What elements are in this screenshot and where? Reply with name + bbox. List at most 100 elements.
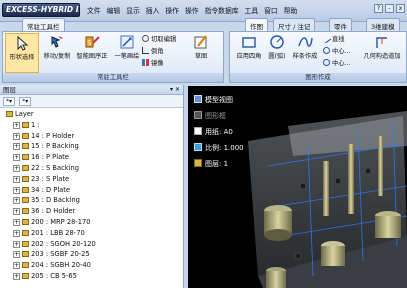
ribbon-group-label-resident: 常驻工具栏 (3, 73, 223, 82)
expand-icon[interactable]: + (13, 208, 20, 216)
list-item[interactable]: +205 : CB 5-65 (0, 271, 183, 282)
layer-icon (22, 143, 29, 150)
scissors-icon (142, 35, 149, 42)
ribbon-group-label-draw: 图形作成 (230, 73, 406, 82)
expand-icon[interactable]: + (13, 186, 20, 194)
help-button[interactable]: ? (374, 4, 383, 13)
layer-icon (22, 272, 29, 279)
list-item[interactable]: +16 : P Plate (0, 152, 183, 163)
expand-icon[interactable]: + (13, 251, 20, 259)
layer-filter-dropdown[interactable]: *▾ (3, 97, 16, 106)
menu-edit[interactable]: 编辑 (104, 5, 124, 15)
cut-edit-button[interactable]: 切取编辑 (142, 35, 176, 45)
list-item[interactable]: +15 : P Backing (0, 141, 183, 152)
layer-icon (22, 132, 29, 139)
geometry-construct-icon (376, 37, 387, 48)
list-item[interactable]: +36 : D Holder (0, 206, 183, 217)
layer-tree-root[interactable]: Layer (0, 109, 183, 120)
drawing-frame-label: 图形框 (194, 110, 244, 126)
layer-panel: 图层 ▾ ✕ *▾ *▾ Layer +1 : +14 : P Holder +… (0, 85, 184, 288)
rectangle-icon (242, 37, 256, 48)
cursor-icon (17, 35, 29, 51)
expand-icon[interactable]: + (13, 240, 20, 248)
menu-operate-2[interactable]: 操作 (182, 5, 202, 15)
move-copy-label: 移动/复制 (43, 53, 71, 60)
model-view-icon (194, 95, 202, 103)
close-button[interactable]: x (396, 4, 405, 13)
layer-icon (194, 159, 202, 167)
expand-icon[interactable]: + (13, 218, 20, 226)
panel-pin-close-icon[interactable]: ▾ ✕ (170, 85, 180, 95)
one-stroke-icon (120, 35, 134, 49)
chamfer-button[interactable]: 倒角 (142, 47, 164, 57)
line-icon (321, 33, 332, 44)
menu-window[interactable]: 窗口 (261, 5, 281, 15)
frame-icon (194, 111, 202, 119)
layer-icon (22, 251, 29, 258)
layer-filter-dropdown-2[interactable]: *▾ (19, 97, 32, 106)
list-item[interactable]: +201 : LBB 28-70 (0, 228, 183, 239)
model-viewport[interactable]: 模型视图 图形框 用纸: A0 比例: 1.000 图层: 1 (188, 86, 407, 288)
menu-file[interactable]: 文件 (84, 5, 104, 15)
geometry-construct-label: 几何构造道加 (363, 53, 401, 60)
move-copy-tool[interactable]: 移动/复制 (40, 33, 74, 73)
list-item[interactable]: +14 : P Holder (0, 131, 183, 142)
list-item[interactable]: +1 : (0, 120, 183, 131)
layer-icon (22, 229, 29, 236)
layer-panel-title: 图层 ▾ ✕ (0, 85, 183, 95)
tab-parts[interactable]: 零件 (329, 18, 352, 31)
one-stroke-tool[interactable]: 一笔画绘 (110, 33, 144, 73)
layer-icon (22, 175, 29, 182)
chamfer-icon (142, 47, 149, 54)
tab-3d-modeling[interactable]: 3维建模 (366, 18, 400, 31)
center-button-2[interactable]: 中心... (323, 59, 351, 69)
geometry-construct-tool[interactable]: 几何构造道加 (362, 33, 402, 73)
sketch-label: 草图 (194, 53, 208, 60)
viewport-info: 模型视图 图形框 用纸: A0 比例: 1.000 图层: 1 (194, 94, 244, 174)
layer-label: 图层: 1 (194, 158, 244, 174)
menu-operate[interactable]: 操作 (162, 5, 182, 15)
tab-dimension[interactable]: 尺寸 / 注记 (273, 18, 316, 31)
tab-drawing[interactable]: 作图 (245, 18, 268, 31)
shape-select-label: 形状选择 (9, 54, 35, 61)
expand-icon[interactable]: + (13, 272, 20, 280)
list-item[interactable]: +34 : D Plate (0, 185, 183, 196)
tab-resident-toolbar[interactable]: 常驻工具栏 (22, 18, 65, 31)
paper-size-label: 用纸: A0 (194, 126, 244, 142)
layer-icon (22, 197, 29, 204)
list-item[interactable]: +203 : SGBF 20-25 (0, 249, 183, 260)
shape-select-tool[interactable]: 形状选择 (5, 33, 39, 73)
smart-correct-tool[interactable]: S 智能图序正 (75, 33, 109, 73)
list-item[interactable]: +35 : D Backing (0, 195, 183, 206)
menu-insert[interactable]: 插入 (143, 5, 163, 15)
expand-icon[interactable]: + (13, 229, 20, 237)
list-item[interactable]: +204 : SGBH 20-40 (0, 260, 183, 271)
expand-icon[interactable]: + (13, 164, 20, 172)
minimize-button[interactable]: - (385, 4, 394, 13)
spline-icon (298, 37, 313, 47)
expand-icon[interactable]: + (13, 121, 20, 129)
scale-icon (194, 143, 202, 151)
expand-icon[interactable]: + (13, 197, 20, 205)
expand-icon[interactable]: + (13, 132, 20, 140)
list-item[interactable]: +22 : S Backing (0, 163, 183, 174)
mirror-button[interactable]: 镜像 (142, 59, 164, 69)
menu-view[interactable]: 显示 (123, 5, 143, 15)
line-button[interactable]: 直线 (321, 33, 345, 45)
expand-icon[interactable]: + (13, 262, 20, 270)
expand-icon[interactable]: + (13, 154, 20, 162)
smart-correct-label: 智能图序正 (76, 53, 108, 60)
expand-icon[interactable]: + (13, 175, 20, 183)
menu-command-db[interactable]: 指令数据库 (202, 5, 242, 15)
center-button-1[interactable]: 中心... (323, 47, 351, 57)
list-item[interactable]: +202 : SGOH 20-120 (0, 239, 183, 250)
expand-icon[interactable]: + (13, 143, 20, 151)
layer-icon (22, 240, 29, 247)
sketch-tool[interactable]: 草图 (184, 33, 218, 73)
spline-tool[interactable]: 样条作成 (288, 33, 322, 73)
list-item[interactable]: +200 : MRP 28-170 (0, 217, 183, 228)
smart-correct-icon: S (85, 36, 100, 48)
menu-help[interactable]: 帮助 (281, 5, 301, 15)
list-item[interactable]: +23 : S Plate (0, 174, 183, 185)
menu-tools[interactable]: 工具 (242, 5, 262, 15)
